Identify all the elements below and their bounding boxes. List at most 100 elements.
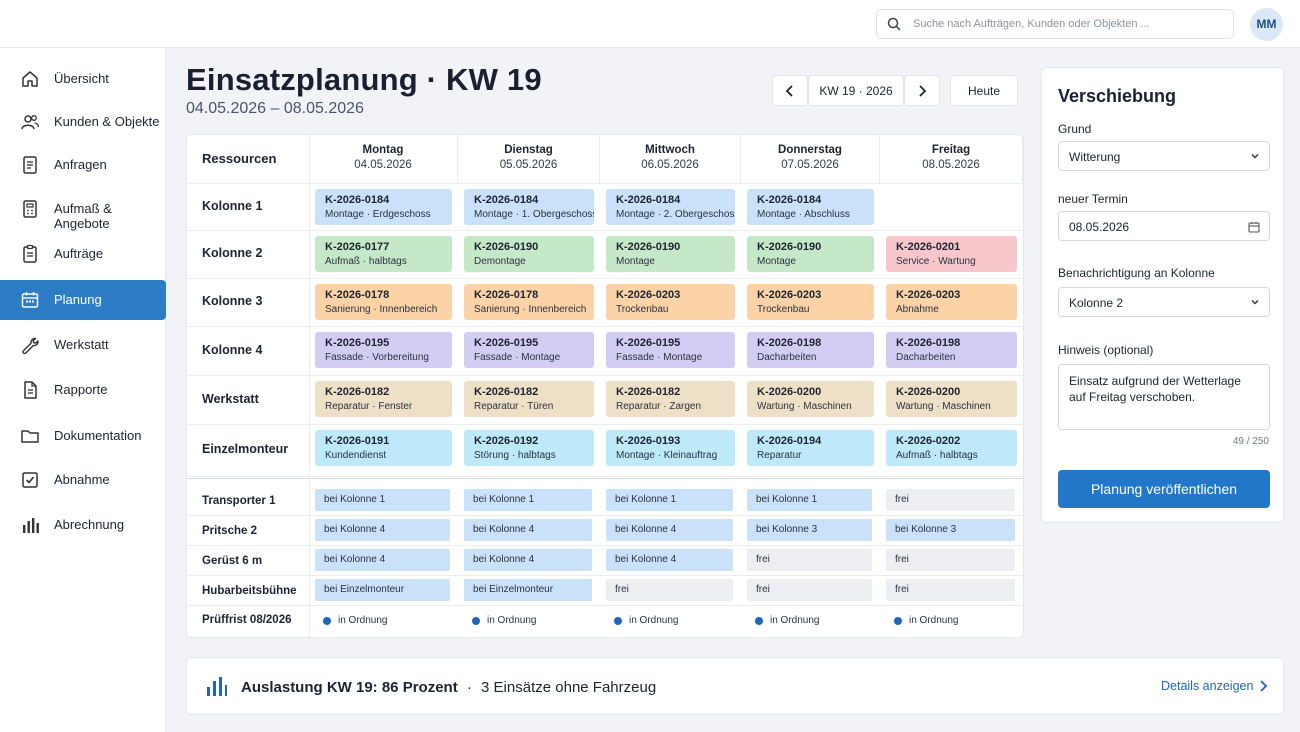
job-description: Service · Wartung: [896, 256, 976, 267]
job-card[interactable]: K-2026-0193 Montage · Kleinauftrag: [606, 430, 735, 466]
sidebar-item-label: Aufträge: [54, 246, 104, 261]
equipment-label: Pritsche 2: [202, 525, 257, 537]
job-code: K-2026-0178: [474, 289, 539, 301]
job-card[interactable]: K-2026-0195 Fassade · Montage: [464, 332, 594, 368]
notify-value: Kolonne 2: [1069, 296, 1124, 310]
sidebar-item-abnahme[interactable]: Abnahme: [0, 460, 166, 500]
job-card[interactable]: K-2026-0184 Montage · 1. Obergeschoss: [464, 189, 594, 225]
sidebar-item-werkstatt[interactable]: Werkstatt: [0, 325, 166, 365]
job-card[interactable]: K-2026-0195 Fassade · Montage: [606, 332, 735, 368]
sidebar-item-dokumentation[interactable]: Dokumentation: [0, 416, 166, 456]
equipment-assignment[interactable]: bei Kolonne 1: [747, 489, 872, 511]
job-card[interactable]: K-2026-0201 Service · Wartung: [886, 236, 1017, 272]
equipment-assignment[interactable]: bei Kolonne 3: [747, 519, 872, 541]
next-week-button[interactable]: [904, 75, 940, 106]
sidebar-item-label: Dokumentation: [54, 428, 142, 443]
equipment-assignment[interactable]: frei: [606, 579, 733, 601]
search-input[interactable]: [913, 15, 1223, 33]
sidebar-item-abrechnung[interactable]: Abrechnung: [0, 505, 166, 545]
job-card[interactable]: K-2026-0190 Montage: [606, 236, 735, 272]
job-card[interactable]: K-2026-0182 Reparatur · Türen: [464, 381, 594, 417]
calendar-icon: [21, 292, 39, 308]
job-card[interactable]: K-2026-0190 Demontage: [464, 236, 594, 272]
equipment-assignment[interactable]: bei Kolonne 1: [315, 489, 450, 511]
equipment-assignment[interactable]: frei: [886, 489, 1015, 511]
week-selector[interactable]: KW 19 · 2026: [808, 75, 904, 106]
job-card[interactable]: K-2026-0202 Aufmaß · halbtags: [886, 430, 1017, 466]
job-card[interactable]: K-2026-0190 Montage: [747, 236, 874, 272]
reason-select[interactable]: Witterung: [1058, 141, 1270, 171]
search-box[interactable]: [876, 9, 1234, 39]
job-code: K-2026-0191: [325, 435, 390, 447]
day-header: Dienstag 05.05.2026: [458, 135, 600, 183]
equipment-assignment[interactable]: bei Kolonne 4: [606, 519, 733, 541]
job-code: K-2026-0200: [896, 386, 961, 398]
equipment-assignment[interactable]: frei: [747, 549, 872, 571]
job-description: Aufmaß · halbtags: [896, 450, 978, 461]
job-card[interactable]: K-2026-0194 Reparatur: [747, 430, 874, 466]
calendar-icon[interactable]: [1248, 221, 1260, 233]
job-description: Trockenbau: [616, 304, 669, 315]
resource-label: Kolonne 4: [202, 342, 263, 357]
resource-label: Einzelmonteur: [202, 442, 289, 456]
equipment-assignment[interactable]: bei Kolonne 4: [315, 519, 450, 541]
job-card[interactable]: K-2026-0182 Reparatur · Zargen: [606, 381, 735, 417]
sidebar-item-übersicht[interactable]: Übersicht: [0, 59, 166, 99]
job-description: Fassade · Montage: [616, 352, 703, 363]
equipment-assignment[interactable]: bei Kolonne 1: [464, 489, 592, 511]
chevron-down-icon: [1251, 154, 1259, 159]
job-card[interactable]: K-2026-0184 Montage · 2. Obergeschoss: [606, 189, 735, 225]
equipment-assignment[interactable]: bei Kolonne 4: [606, 549, 733, 571]
chevron-right-icon[interactable]: [1258, 679, 1268, 693]
job-card[interactable]: K-2026-0178 Sanierung · Innenbereich: [315, 284, 452, 320]
job-code: K-2026-0182: [616, 386, 681, 398]
sidebar-item-aufträge[interactable]: Aufträge: [0, 234, 166, 274]
job-card[interactable]: K-2026-0184 Montage · Erdgeschoss: [315, 189, 452, 225]
job-card[interactable]: K-2026-0184 Montage · Abschluss: [747, 189, 874, 225]
job-card[interactable]: K-2026-0200 Wartung · Maschinen: [886, 381, 1017, 417]
job-code: K-2026-0193: [616, 435, 681, 447]
equipment-assignment[interactable]: frei: [747, 579, 872, 601]
job-card[interactable]: K-2026-0198 Dacharbeiten: [886, 332, 1017, 368]
equipment-assignment[interactable]: frei: [886, 579, 1015, 601]
equipment-assignment[interactable]: bei Kolonne 4: [464, 549, 592, 571]
date-field[interactable]: 08.05.2026: [1058, 211, 1270, 241]
prev-week-button[interactable]: [772, 75, 808, 106]
equipment-assignment[interactable]: bei Einzelmonteur: [315, 579, 450, 601]
sidebar-item-planung[interactable]: Planung: [0, 280, 166, 320]
note-textarea[interactable]: Einsatz aufgrund der Wetterlage auf Frei…: [1058, 364, 1270, 430]
job-card[interactable]: K-2026-0203 Trockenbau: [747, 284, 874, 320]
sidebar-item-aufmaß-angebote[interactable]: Aufmaß & Angebote: [0, 189, 166, 231]
job-description: Montage · Erdgeschoss: [325, 209, 431, 220]
row-divider: [187, 476, 1023, 477]
equipment-assignment[interactable]: frei: [886, 549, 1015, 571]
equipment-assignment[interactable]: bei Kolonne 3: [886, 519, 1015, 541]
row-divider: [187, 375, 1023, 376]
publish-button[interactable]: Planung veröffentlichen: [1058, 470, 1270, 508]
job-card[interactable]: K-2026-0191 Kundendienst: [315, 430, 452, 466]
sidebar-item-anfragen[interactable]: Anfragen: [0, 145, 166, 185]
job-description: Montage · 1. Obergeschoss: [474, 209, 594, 220]
sidebar-item-rapporte[interactable]: Rapporte: [0, 370, 166, 410]
utilization-note: 3 Einsätze ohne Fahrzeug: [481, 679, 657, 696]
equipment-assignment[interactable]: bei Kolonne 1: [606, 489, 733, 511]
equipment-assignment[interactable]: bei Einzelmonteur: [464, 579, 592, 601]
chevron-down-icon: [1251, 300, 1259, 305]
job-card[interactable]: K-2026-0178 Sanierung · Innenbereich: [464, 284, 594, 320]
equipment-assignment[interactable]: bei Kolonne 4: [315, 549, 450, 571]
details-link[interactable]: Details anzeigen: [1161, 679, 1253, 693]
equipment-label: Transporter 1: [202, 495, 276, 507]
job-card[interactable]: K-2026-0200 Wartung · Maschinen: [747, 381, 874, 417]
job-card[interactable]: K-2026-0192 Störung · halbtags: [464, 430, 594, 466]
today-button[interactable]: Heute: [950, 75, 1018, 106]
avatar[interactable]: MM: [1250, 8, 1283, 41]
notify-select[interactable]: Kolonne 2: [1058, 287, 1270, 317]
job-card[interactable]: K-2026-0198 Dacharbeiten: [747, 332, 874, 368]
sidebar-item-kunden-objekte[interactable]: Kunden & Objekte: [0, 102, 166, 142]
job-card[interactable]: K-2026-0182 Reparatur · Fenster: [315, 381, 452, 417]
job-card[interactable]: K-2026-0195 Fassade · Vorbereitung: [315, 332, 452, 368]
equipment-assignment[interactable]: bei Kolonne 4: [464, 519, 592, 541]
job-card[interactable]: K-2026-0203 Abnahme: [886, 284, 1017, 320]
job-card[interactable]: K-2026-0203 Trockenbau: [606, 284, 735, 320]
job-card[interactable]: K-2026-0177 Aufmaß · halbtags: [315, 236, 452, 272]
